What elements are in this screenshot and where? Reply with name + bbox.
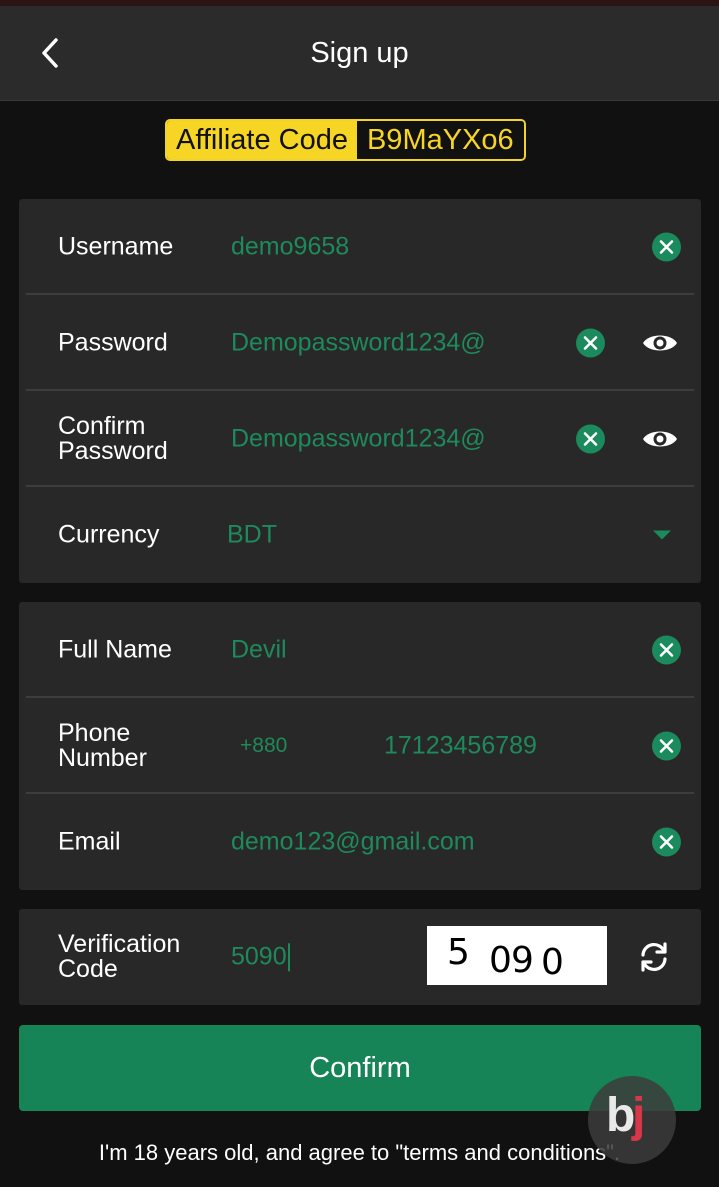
refresh-icon[interactable] [637,940,671,974]
caret-down-icon[interactable] [653,530,671,540]
confirm-password-label: Confirm Password [58,412,168,465]
password-label: Password [58,328,168,357]
clear-icon[interactable] [652,827,681,857]
header-bar: Sign up [0,6,719,101]
password-row: Password Demopassword1234@ [19,295,701,391]
full-name-input[interactable]: Devil [231,636,287,665]
eye-icon[interactable] [641,427,679,451]
clear-icon[interactable] [652,731,681,761]
text-cursor [287,943,290,972]
page-title: Sign up [310,36,409,69]
clear-icon[interactable] [652,635,681,665]
phone-input[interactable]: 17123456789 [384,732,537,761]
profile-card: Full Name Devil Phone Number +880 1712345… [19,602,701,890]
verification-card: Verification Code 5090 5 0 9 0 [19,909,701,1005]
captcha-char: 5 [447,932,470,973]
back-arrow-icon[interactable] [36,36,64,70]
confirm-password-input[interactable]: Demopassword1234@ [231,425,486,454]
verification-row: Verification Code 5090 5 0 9 0 [19,909,701,1005]
currency-row[interactable]: Currency BDT [19,487,701,583]
logo-letter-j: j [632,1089,646,1142]
affiliate-code-badge: Affiliate Code B9MaYXo6 [165,119,526,161]
username-input[interactable]: demo9658 [231,233,349,262]
password-input[interactable]: Demopassword1234@ [231,329,486,358]
captcha-char: 9 [511,940,534,981]
captcha-image[interactable]: 5 0 9 0 [427,926,607,985]
email-row: Email demo123@gmail.com [19,794,701,890]
phone-row: Phone Number +880 17123456789 [19,698,701,794]
account-card: Username demo9658 Password Demopassword1… [19,199,701,583]
currency-select[interactable]: BDT [227,521,277,550]
clear-icon[interactable] [652,232,681,262]
affiliate-code-value: B9MaYXo6 [356,121,524,159]
email-input[interactable]: demo123@gmail.com [231,828,475,857]
captcha-char: 0 [489,940,512,981]
clear-icon[interactable] [576,424,605,454]
username-row: Username demo9658 [19,199,701,295]
eye-icon[interactable] [641,331,679,355]
captcha-char: 0 [541,942,564,983]
full-name-label: Full Name [58,635,172,664]
verification-input[interactable]: 5090 [231,942,290,972]
full-name-row: Full Name Devil [19,602,701,698]
affiliate-code-label: Affiliate Code [167,121,357,159]
verification-label: Verification Code [58,930,181,983]
username-label: Username [58,232,174,261]
brand-logo: b j [588,1076,676,1164]
email-label: Email [58,827,121,856]
clear-icon[interactable] [576,328,605,358]
phone-label: Phone Number [58,719,147,772]
confirm-password-row: Confirm Password Demopassword1234@ [19,391,701,487]
currency-label: Currency [58,520,160,549]
logo-letter-b: b [606,1089,636,1142]
country-code-select[interactable]: +880 [240,734,287,758]
